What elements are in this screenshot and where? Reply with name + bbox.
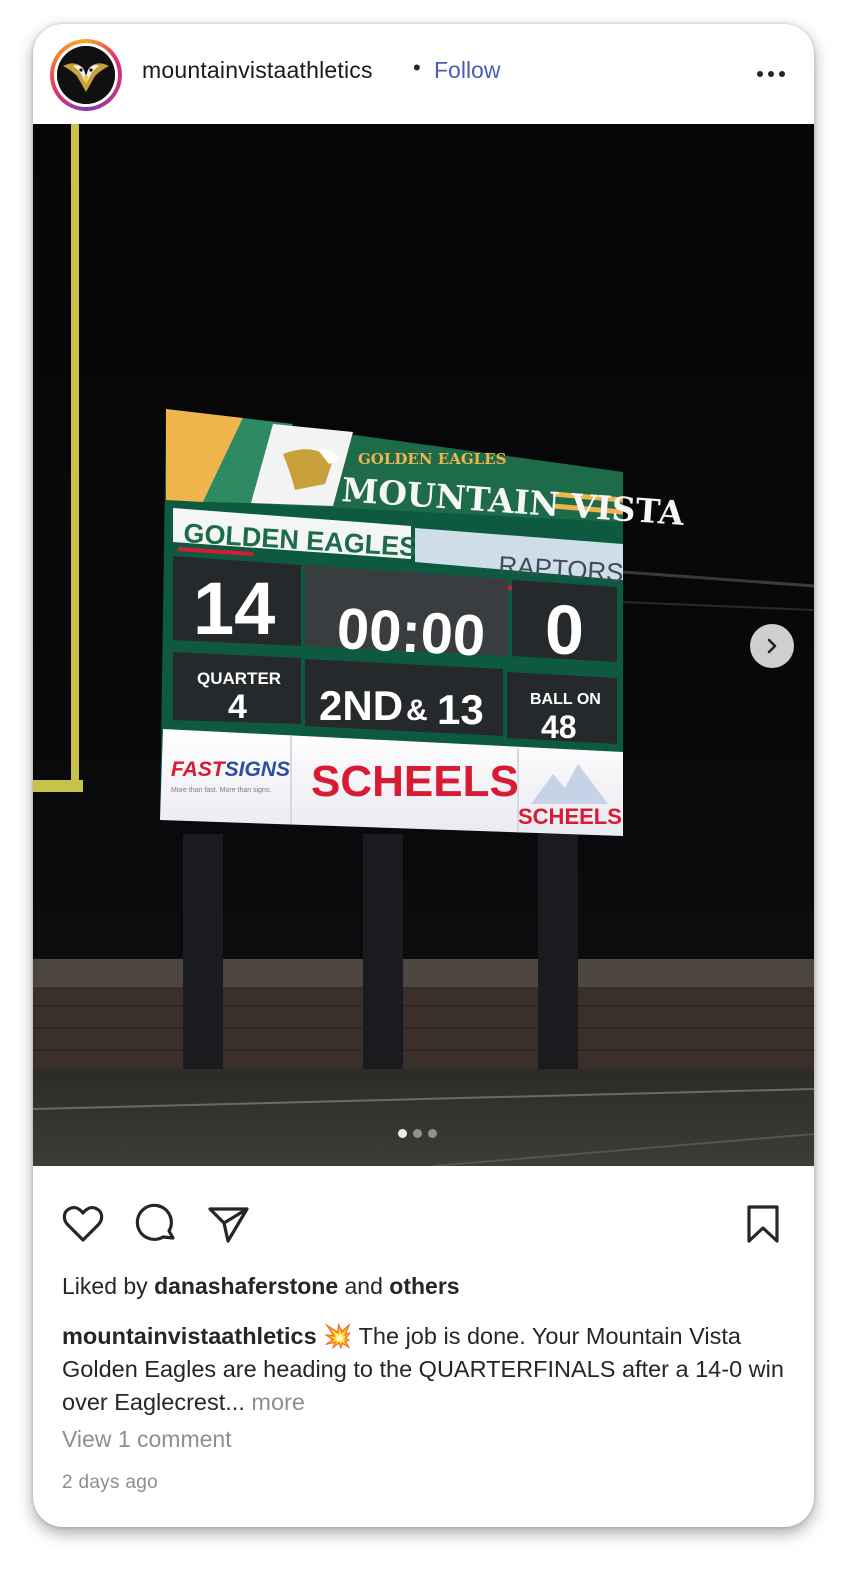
avatar-story-ring[interactable] — [50, 39, 122, 111]
ball-on-value: 48 — [541, 709, 577, 745]
home-score: 14 — [193, 567, 275, 650]
sponsor-fastsigns-fast: FAST — [171, 758, 227, 781]
eagle-logo-icon — [57, 46, 115, 104]
sponsor-fastsigns-tagline: More than fast. More than signs. — [171, 787, 271, 794]
down: 2ND — [319, 682, 403, 729]
likes-summary: Liked by danashaferstone and others — [62, 1273, 460, 1300]
carousel-indicator — [398, 1129, 437, 1138]
likes-prefix: Liked by — [62, 1273, 148, 1299]
comment-icon[interactable] — [133, 1201, 179, 1247]
ball-on-label: BALL ON — [530, 691, 601, 708]
liked-by-user[interactable]: danashaferstone — [154, 1273, 338, 1299]
carousel-next-button[interactable] — [750, 624, 794, 668]
carousel-dot — [428, 1129, 437, 1138]
more-horizontal-icon[interactable] — [751, 54, 791, 94]
post-actions — [33, 1166, 814, 1276]
likes-and: and — [344, 1273, 383, 1299]
post-timestamp: 2 days ago — [62, 1472, 158, 1493]
game-clock: 00:00 — [335, 596, 487, 669]
sponsor-fastsigns-signs: SIGNS — [225, 758, 290, 781]
avatar — [57, 46, 115, 104]
scoreboard-subtitle: GOLDEN EAGLES — [358, 450, 507, 468]
chevron-right-icon — [767, 638, 777, 654]
away-score: 0 — [545, 591, 584, 669]
scoreboard-photo: GOLDEN EAGLES MOUNTAIN VISTA GOLDEN EAGL… — [33, 124, 814, 1166]
quarter-value: 4 — [228, 688, 247, 726]
sponsor-scheels-small: SCHEELS — [518, 804, 622, 829]
post-caption: mountainvistaathletics 💥 The job is done… — [62, 1320, 792, 1419]
to-go: 13 — [437, 686, 484, 733]
sponsor-fastsigns: FASTSIGNS — [171, 758, 290, 781]
send-icon[interactable] — [205, 1201, 251, 1247]
quarter-label: QUARTER — [197, 669, 281, 688]
follow-button[interactable]: Follow — [434, 57, 500, 84]
header-separator: • — [413, 55, 421, 80]
heart-icon[interactable] — [60, 1201, 106, 1247]
instagram-post-card: mountainvistaathletics • Follow GOLDEN E… — [33, 24, 814, 1527]
bookmark-icon[interactable] — [740, 1201, 786, 1247]
post-username[interactable]: mountainvistaathletics — [142, 57, 373, 84]
carousel-dot — [413, 1129, 422, 1138]
caption-more-link[interactable]: more — [251, 1389, 305, 1415]
caption-username[interactable]: mountainvistaathletics — [62, 1323, 317, 1349]
down-amp: & — [406, 694, 428, 727]
liked-by-others[interactable]: others — [389, 1273, 459, 1299]
post-photo[interactable]: GOLDEN EAGLES MOUNTAIN VISTA GOLDEN EAGL… — [33, 124, 814, 1166]
carousel-dot — [398, 1129, 407, 1138]
view-comments-link[interactable]: View 1 comment — [62, 1426, 232, 1453]
post-header: mountainvistaathletics • Follow — [33, 24, 814, 124]
scoreboard: GOLDEN EAGLES MOUNTAIN VISTA GOLDEN EAGL… — [160, 409, 686, 836]
sponsor-scheels-main: SCHEELS — [311, 757, 519, 806]
caption-emoji: 💥 — [323, 1323, 353, 1349]
